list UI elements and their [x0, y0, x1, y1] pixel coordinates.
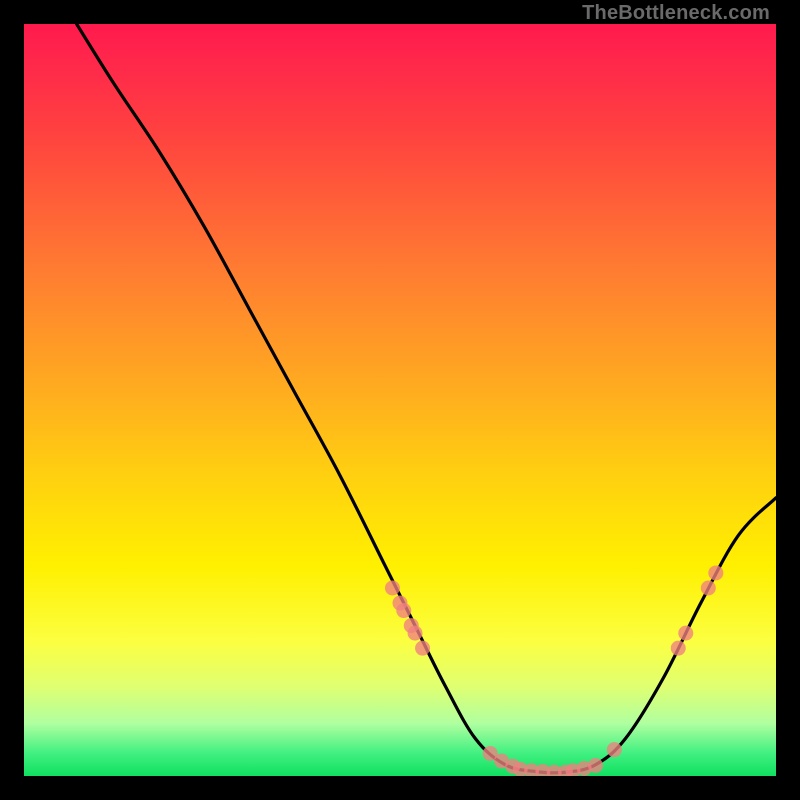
- curve-marker: [708, 565, 723, 580]
- curve-marker: [415, 641, 430, 656]
- curve-marker: [678, 626, 693, 641]
- chart-svg: [24, 24, 776, 776]
- curve-marker: [385, 581, 400, 596]
- curve-marker: [607, 742, 622, 757]
- plot-area: [24, 24, 776, 776]
- curve-marker: [701, 581, 716, 596]
- curve-marker: [408, 626, 423, 641]
- curve-marker: [671, 641, 686, 656]
- chart-frame: TheBottleneck.com: [24, 24, 776, 776]
- watermark-text: TheBottleneck.com: [582, 2, 770, 25]
- curve-line: [77, 24, 776, 773]
- curve-marker: [396, 603, 411, 618]
- curve-marker: [588, 758, 603, 773]
